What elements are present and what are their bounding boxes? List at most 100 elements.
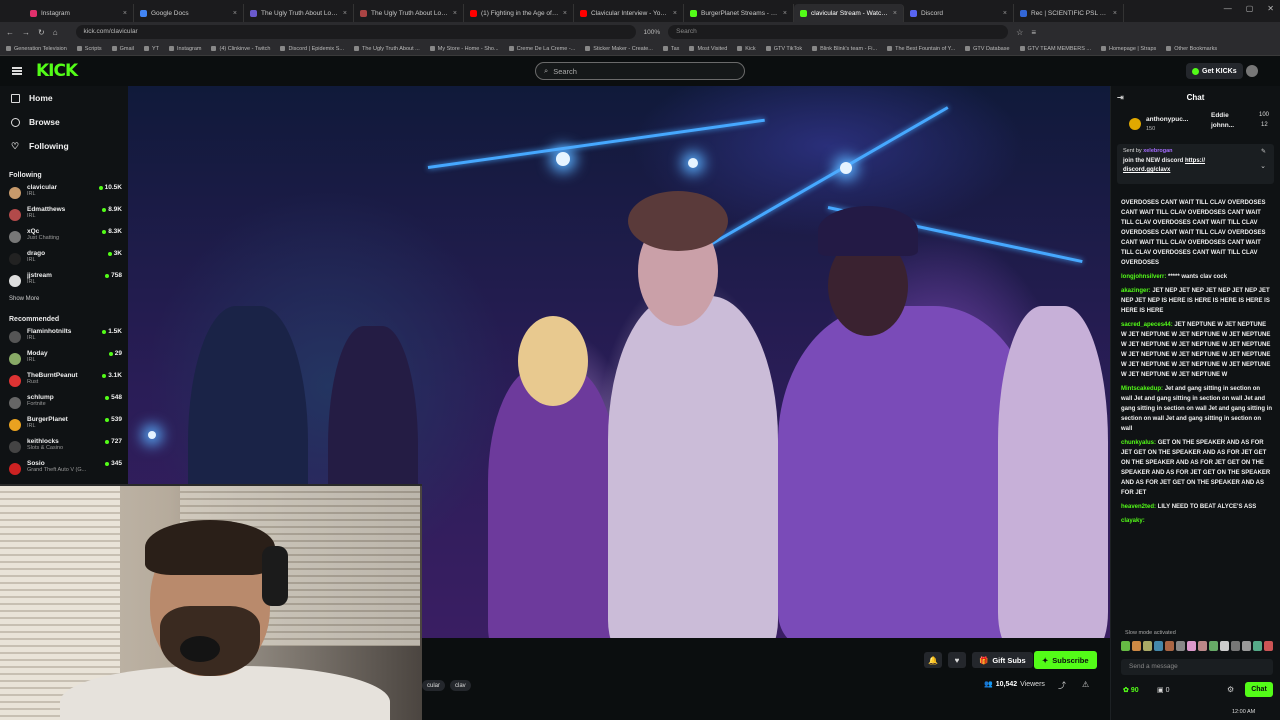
chat-input[interactable]: Send a message [1121, 659, 1273, 675]
channel-item[interactable]: Moday IRL 29 [0, 350, 128, 372]
channel-item[interactable]: keithlocks Slots & Casino 727 [0, 438, 128, 460]
close-tab-icon[interactable]: × [783, 10, 787, 17]
pinned-link[interactable]: https:// [1185, 158, 1205, 164]
bookmark-item[interactable]: YT [143, 46, 159, 52]
close-tab-icon[interactable]: × [233, 10, 237, 17]
close-tab-icon[interactable]: × [563, 10, 567, 17]
bookmark-item[interactable]: Kick [737, 46, 756, 52]
bookmark-item[interactable]: GTV Database [965, 46, 1010, 52]
chat-username[interactable]: Mintscakedup: [1121, 386, 1163, 392]
emote-icon[interactable] [1231, 641, 1240, 651]
url-field[interactable]: kick.com/clavicular [75, 25, 636, 39]
channel-item[interactable]: TheBurntPeanut Rust 3.1K [0, 372, 128, 394]
bookmark-item[interactable]: Tax [662, 46, 679, 52]
chat-username[interactable]: clayaky: [1121, 518, 1145, 524]
channel-item[interactable]: schlump Fortnite 548 [0, 394, 128, 416]
chevron-down-icon[interactable]: ⌄ [1260, 162, 1266, 170]
stream-tag[interactable]: cular [422, 680, 446, 691]
channel-item[interactable]: clavicular IRL 10.5K [0, 184, 128, 206]
stream-tag[interactable]: clav [450, 680, 471, 691]
browser-tab[interactable]: The Ugly Truth About Looksma× [244, 4, 354, 22]
close-tab-icon[interactable]: × [453, 10, 457, 17]
close-tab-icon[interactable]: × [123, 10, 127, 17]
maximize-icon[interactable]: ▢ [1246, 4, 1254, 13]
bookmark-item[interactable]: Other Bookmarks [1166, 46, 1217, 52]
browser-tab[interactable]: Google Docs × [134, 4, 244, 22]
bookmark-item[interactable]: (4) Clinkinve - Twitch [211, 46, 270, 52]
menu-icon[interactable]: ≡ [1031, 28, 1036, 37]
report-icon[interactable]: ⚠ [1082, 680, 1089, 689]
hamburger-menu-icon[interactable] [12, 67, 22, 75]
zoom-level[interactable]: 100% [644, 29, 661, 36]
emote-icon[interactable] [1121, 641, 1130, 651]
bookmark-item[interactable]: Blink Blink's team - Fi... [812, 46, 877, 52]
browser-tab-active[interactable]: clavicular Stream - Watch L × [794, 4, 904, 22]
bookmark-item[interactable]: The Best Fountain of Y... [887, 46, 955, 52]
bookmark-item[interactable]: Homepage | Straps [1100, 46, 1156, 52]
back-icon[interactable]: ← [6, 28, 14, 37]
channel-item[interactable]: Sosio Grand Theft Auto V (G... 345 [0, 460, 128, 482]
browser-tab[interactable]: Instagram × [24, 4, 134, 22]
chat-username[interactable]: heaven2ted: [1121, 504, 1156, 510]
emote-icon[interactable] [1187, 641, 1196, 651]
user-avatar[interactable] [1246, 65, 1258, 77]
reload-icon[interactable]: ↻ [38, 28, 45, 37]
browser-tab[interactable]: (1) Fighting in the Age of Lonel× [464, 4, 574, 22]
channel-item[interactable]: Edmatthews IRL 8.9K [0, 206, 128, 228]
chat-username[interactable]: akazinger: [1121, 288, 1151, 294]
bookmark-item[interactable]: Gmail [111, 46, 134, 52]
collapse-chat-icon[interactable]: ⇥ [1117, 93, 1124, 102]
emote-icon[interactable] [1165, 641, 1174, 651]
gifter-name[interactable]: Eddie [1211, 112, 1229, 119]
close-tab-icon[interactable]: × [673, 10, 677, 17]
channel-item[interactable]: jjstream IRL 758 [0, 272, 128, 294]
bookmark-item[interactable]: GTV TikTok [765, 46, 802, 52]
bookmark-item[interactable]: Instagram [169, 46, 201, 52]
star-icon[interactable]: ☆ [1016, 28, 1023, 37]
emote-icon[interactable] [1176, 641, 1185, 651]
browser-tab[interactable]: The Ugly Truth About Looksma× [354, 4, 464, 22]
channel-item[interactable]: BurgerPlanet IRL 539 [0, 416, 128, 438]
browser-tab[interactable]: Discord × [904, 4, 1014, 22]
bookmark-item[interactable]: GTV TEAM MEMBERS ... [1019, 46, 1091, 52]
pinned-message[interactable]: Sent by xelebrogan join the NEW discord … [1117, 144, 1274, 184]
share-icon[interactable]: ⤴ [1058, 680, 1066, 691]
gift-count[interactable]: ▣ 0 [1157, 686, 1169, 694]
browser-tab[interactable]: Clavicular Interview - YouTube× [574, 4, 684, 22]
close-tab-icon[interactable]: × [893, 10, 897, 17]
emote-icon[interactable] [1209, 641, 1218, 651]
emote-icon[interactable] [1242, 641, 1251, 651]
bookmark-item[interactable]: Sticker Maker - Create... [585, 46, 653, 52]
kicks-balance[interactable]: ✿ 90 [1123, 686, 1139, 694]
emote-icon[interactable] [1198, 641, 1207, 651]
chat-username[interactable]: chunkyalus: [1121, 440, 1156, 446]
channel-item[interactable]: Flaminhotnilts IRL 1.5K [0, 328, 128, 350]
get-kicks-button[interactable]: Get KICKs [1186, 63, 1243, 79]
forward-icon[interactable]: → [22, 28, 30, 37]
show-more-link[interactable]: Show More [0, 296, 128, 308]
send-chat-button[interactable]: Chat [1245, 682, 1273, 697]
chat-username[interactable]: longjohnsilverr: [1121, 274, 1166, 280]
chat-username[interactable]: sacred_apeces44: [1121, 322, 1173, 328]
minimize-icon[interactable]: — [1224, 4, 1232, 13]
emote-icon[interactable] [1154, 641, 1163, 651]
bookmark-item[interactable]: Scripts [76, 46, 102, 52]
emote-icon[interactable] [1143, 641, 1152, 651]
bookmark-item[interactable]: The Ugly Truth About ... [353, 46, 420, 52]
gift-subs-button[interactable]: 🎁 Gift Subs [972, 652, 1033, 668]
nav-following[interactable]: ♡ Following [0, 134, 128, 158]
channel-item[interactable]: xQc Just Chatting 8.3K [0, 228, 128, 250]
emote-icon[interactable] [1253, 641, 1262, 651]
gear-icon[interactable]: ⚙ [1227, 685, 1234, 694]
top-gifter-name[interactable]: anthonypuc... [1146, 116, 1188, 123]
browser-tab[interactable]: BurgerPlanet Streams - Watc × [684, 4, 794, 22]
bookmark-item[interactable]: Creme De La Creme -... [508, 46, 575, 52]
emote-icon[interactable] [1220, 641, 1229, 651]
bookmark-item[interactable]: Most Visited [689, 46, 727, 52]
bookmark-item[interactable]: My Store - Home - Sho... [429, 46, 499, 52]
channel-item[interactable]: drago IRL 3K [0, 250, 128, 272]
notification-bell-icon[interactable]: 🔔 [924, 652, 942, 668]
pin-icon[interactable]: ✎ [1261, 148, 1266, 155]
browser-tab[interactable]: Rec | SCIENTIFIC PSL SCALE CH× [1014, 4, 1124, 22]
close-tab-icon[interactable]: × [343, 10, 347, 17]
